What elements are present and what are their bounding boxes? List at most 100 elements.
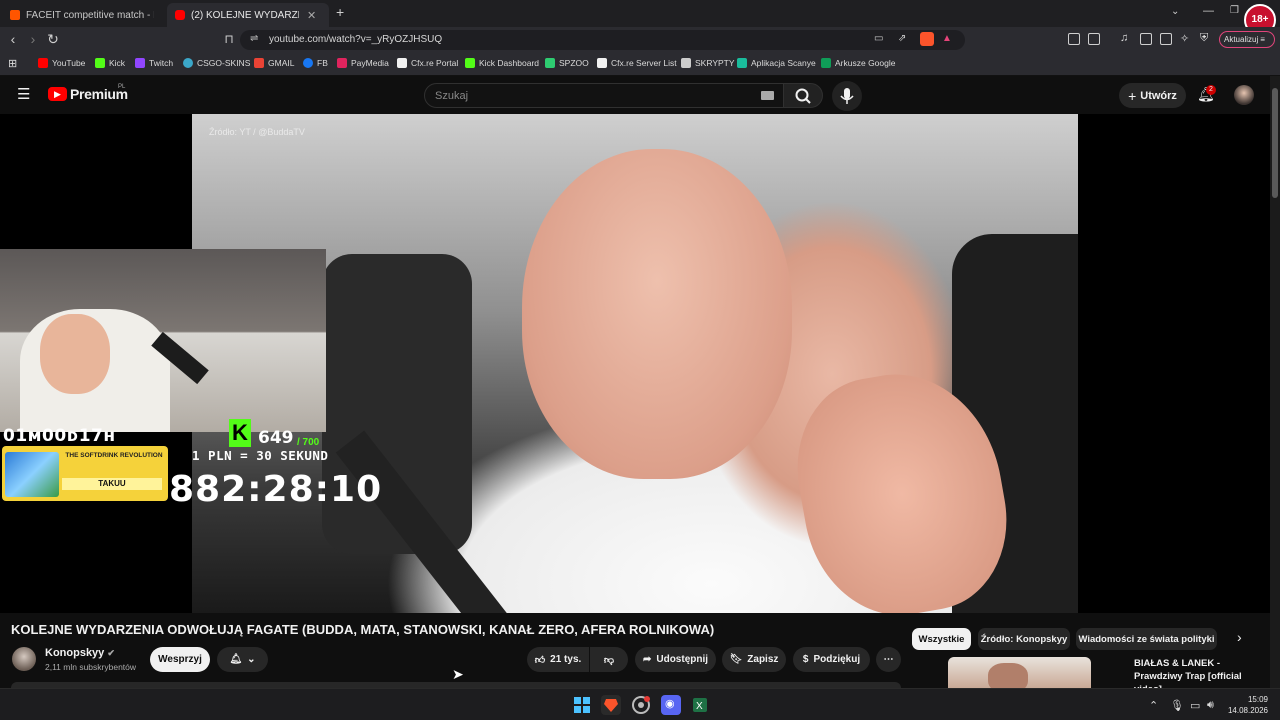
restore-icon[interactable]: ❐ [1230, 5, 1239, 16]
volume-icon[interactable]: 🔊︎ [1207, 699, 1214, 712]
reload-icon[interactable]: ↻ [44, 31, 62, 48]
bookmark-icon[interactable]: ⊓ [220, 31, 238, 48]
microphone-icon [840, 88, 854, 104]
person-head [522, 149, 792, 479]
display-tray-icon[interactable]: ▭ [1190, 699, 1200, 712]
more-actions-button[interactable]: ⋯ [876, 647, 901, 672]
music-icon[interactable]: ♫ [1120, 32, 1128, 44]
channel-name[interactable]: Konopskyy ✔ [45, 647, 115, 659]
save-icon: 🔖︎ [729, 654, 743, 665]
search-button[interactable] [783, 83, 823, 108]
support-button[interactable]: Wesprzyj [150, 647, 210, 672]
save-button[interactable]: 🔖︎ Zapisz [722, 647, 786, 672]
wallet-icon[interactable] [1160, 33, 1172, 45]
share-icon: ➦ [642, 654, 652, 665]
scrollbar-thumb[interactable] [1272, 88, 1278, 198]
thanks-button[interactable]: $ Podziękuj [793, 647, 870, 672]
bookmark-label: PayMedia [351, 58, 389, 68]
thanks-icon: $ [802, 654, 809, 665]
recommended-thumbnail[interactable] [948, 657, 1091, 688]
kick-icon [95, 58, 105, 68]
paymedia-icon [337, 58, 347, 68]
vpn-icon[interactable]: ⛨ [1200, 32, 1208, 45]
clock-date: 14.08.2026 [1227, 706, 1268, 715]
avatar[interactable] [1234, 85, 1254, 105]
voice-search-button[interactable] [832, 81, 862, 111]
bookmark-cfx-server-list[interactable]: Cfx.re Server List [597, 58, 677, 68]
screenshot-icon[interactable] [1088, 33, 1100, 45]
bookmark-cfx-portal[interactable]: Cfx.re Portal [397, 58, 458, 68]
youtube-logo-icon[interactable]: ▶ [48, 87, 67, 101]
like-button[interactable]: 👍︎ 21 tys. [527, 647, 589, 672]
ai-icon[interactable]: ✧ [1180, 32, 1189, 45]
windows-start-icon[interactable] [572, 695, 592, 715]
dislike-button[interactable]: 👎︎ [590, 647, 628, 672]
chip-all[interactable]: Wszystkie [912, 628, 971, 650]
bookmark-spzoo[interactable]: SPZOO [545, 58, 589, 68]
bookmark-label: Cfx.re Server List [611, 58, 677, 68]
bookmark-google-sheets[interactable]: Arkusze Google [821, 58, 895, 68]
update-button[interactable]: Aktualizuj ≡ [1219, 31, 1275, 48]
bookmark-youtube[interactable]: YouTube [38, 58, 85, 68]
mouse-cursor: ➤ [452, 666, 464, 682]
hamburger-menu-icon[interactable]: ☰ [17, 85, 30, 103]
discord-icon[interactable]: ◉ [661, 695, 681, 715]
menu-icon: ≡ [1260, 35, 1265, 44]
bookmark-csgo-skins[interactable]: CSGO-SKINS [183, 58, 250, 68]
close-tab-icon[interactable]: ✕ [307, 9, 316, 22]
forward-icon[interactable]: › [24, 31, 42, 48]
bookmark-kick[interactable]: Kick [95, 58, 125, 68]
bookmark-label: Aplikacja Scanye [751, 58, 816, 68]
bookmark-skrypty[interactable]: SKRYPTY [681, 58, 735, 68]
youtube-icon [38, 58, 48, 68]
search-input[interactable]: Szukaj [424, 83, 784, 108]
brave-rewards-icon[interactable]: ▲ [942, 33, 952, 44]
tab-title: FACEIT competitive match - FACEIT.com [26, 9, 154, 21]
overlay-countdown: 01м00ᴅ17ʜ [3, 426, 116, 446]
bookmark-fb[interactable]: FB [303, 58, 328, 68]
brave-shields-icon[interactable] [920, 32, 934, 46]
bookmark-label: Kick [109, 58, 126, 68]
system-clock[interactable]: 15:09 14.08.2026 [1228, 694, 1268, 716]
back-icon[interactable]: ‹ [4, 31, 22, 48]
share-icon[interactable]: ⇗ [898, 33, 906, 44]
chip-source[interactable]: Źródło: Konopskyy [978, 628, 1070, 650]
chip-politics[interactable]: Wiadomości ze świata polityki [1076, 628, 1217, 650]
excel-icon[interactable]: X [690, 695, 710, 715]
keyboard-icon[interactable] [761, 91, 774, 100]
site-info-icon[interactable]: ⇌ [250, 33, 258, 44]
apps-grid-icon[interactable]: ⊞ [8, 57, 17, 70]
brave-browser-icon[interactable] [601, 695, 621, 715]
bookmark-label: GMAIL [268, 58, 295, 68]
page-scrollbar[interactable] [1270, 76, 1280, 688]
bookmark-paymedia[interactable]: PayMedia [337, 58, 389, 68]
microphone-tray-icon[interactable]: 🎙︎ [1170, 699, 1184, 712]
verified-icon: ✔ [107, 648, 115, 658]
new-tab-button[interactable]: + [336, 4, 344, 20]
bookmark-twitch[interactable]: Twitch [135, 58, 173, 68]
search-icon [795, 88, 811, 104]
like-count: 21 tys. [550, 654, 582, 665]
bookmark-gmail[interactable]: GMAIL [254, 58, 294, 68]
chrome-icon[interactable] [631, 695, 651, 715]
share-button[interactable]: ➦ Udostępnij [635, 647, 716, 672]
tab-youtube[interactable]: (2) KOLEJNE WYDARZENIA ODWOŁUJĄ FAGATE ✕ [167, 3, 329, 27]
scanye-icon [737, 58, 747, 68]
sidebar-icon[interactable] [1140, 33, 1152, 45]
bookmark-kick-dashboard[interactable]: Kick Dashboard [465, 58, 539, 68]
bookmark-label: CSGO-SKINS [197, 58, 251, 68]
tray-overflow-icon[interactable]: ⌃ [1149, 699, 1158, 712]
region-code: PL [118, 84, 126, 90]
create-button[interactable]: + Utwórz [1119, 83, 1186, 108]
chevron-right-icon[interactable]: › [1237, 629, 1242, 645]
cast-icon[interactable]: ▭ [874, 33, 883, 44]
tab-faceit[interactable]: FACEIT competitive match - FACEIT.com [2, 3, 162, 27]
bookmark-scanye[interactable]: Aplikacja Scanye [737, 58, 816, 68]
create-label: Utwórz [1140, 89, 1177, 102]
subscription-bell-button[interactable]: 🔔︎ ⌄ [217, 647, 268, 672]
extensions-icon[interactable] [1068, 33, 1080, 45]
channel-avatar[interactable] [12, 647, 36, 671]
url-bar[interactable]: ⇌ youtube.com/watch?v=_yRyOZJHSUQ ▭ ⇗ ▲ [240, 30, 965, 50]
tab-search-chevron-icon[interactable]: ⌄ [1171, 6, 1179, 17]
minimize-icon[interactable]: — [1203, 5, 1214, 17]
